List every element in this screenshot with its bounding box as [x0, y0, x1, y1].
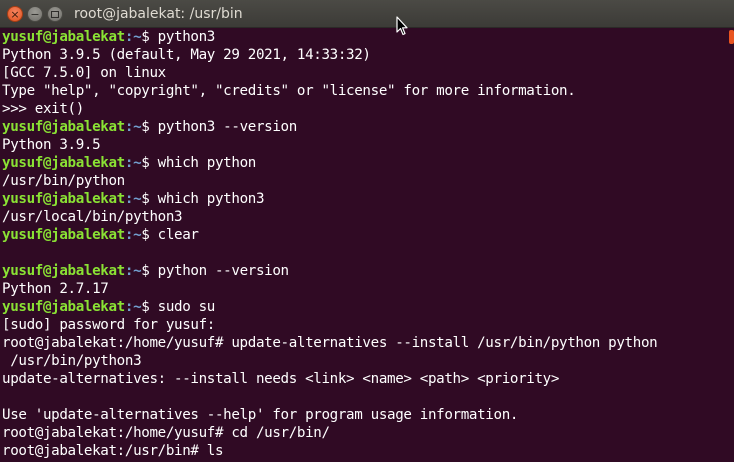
terminal-line: Use 'update-alternatives --help' for pro…: [2, 406, 722, 424]
line-text: root@jabalekat:/home/yusuf# update-alter…: [2, 335, 658, 351]
prompt-path: :~: [124, 263, 142, 279]
terminal-line: >>> exit(): [2, 100, 722, 118]
scrollbar-thumb[interactable]: [729, 30, 734, 44]
terminal-line: yusuf@jabalekat:~$ sudo su: [2, 298, 722, 316]
prompt-path: :~: [124, 227, 142, 243]
terminal-line: /usr/bin/python: [2, 172, 722, 190]
terminal-line: Type "help", "copyright", "credits" or "…: [2, 82, 722, 100]
terminal-line: /usr/local/bin/python3: [2, 208, 722, 226]
line-text: $ python --version: [141, 263, 289, 279]
line-text: Python 2.7.17: [2, 281, 109, 297]
prompt-user: yusuf@jabalekat: [2, 227, 125, 243]
line-text: [sudo] password for yusuf:: [2, 317, 215, 333]
line-text: Python 3.9.5 (default, May 29 2021, 14:3…: [2, 47, 371, 63]
line-text: $ which python: [141, 155, 256, 171]
line-text: /usr/bin/python3: [2, 353, 142, 369]
line-text: /usr/local/bin/python3: [2, 209, 183, 225]
terminal-line: /usr/bin/python3: [2, 352, 722, 370]
terminal-line: Python 3.9.5 (default, May 29 2021, 14:3…: [2, 46, 722, 64]
terminal-line: update-alternatives: --install needs <li…: [2, 370, 722, 388]
line-text: $ sudo su: [141, 299, 215, 315]
line-text: /usr/bin/python: [2, 173, 125, 189]
close-icon: ×: [10, 7, 20, 21]
maximize-button[interactable]: [47, 6, 63, 22]
line-text: root@jabalekat:/usr/bin# ls: [2, 443, 224, 459]
minimize-icon: −: [30, 7, 40, 21]
line-text: $ python3: [141, 29, 215, 45]
terminal-line: yusuf@jabalekat:~$ which python: [2, 154, 722, 172]
line-text: Use 'update-alternatives --help' for pro…: [2, 407, 519, 423]
line-text: $ which python3: [141, 191, 265, 207]
terminal-line: yusuf@jabalekat:~$ python3 --version: [2, 118, 722, 136]
prompt-user: yusuf@jabalekat: [2, 29, 125, 45]
prompt-path: :~: [124, 299, 142, 315]
maximize-icon: [51, 10, 59, 18]
line-text: update-alternatives: --install needs <li…: [2, 371, 560, 387]
terminal-line: yusuf@jabalekat:~$ python --version: [2, 262, 722, 280]
terminal-line: yusuf@jabalekat:~$ clear: [2, 226, 722, 244]
title-bar[interactable]: × − root@jabalekat: /usr/bin: [0, 0, 734, 28]
prompt-user: yusuf@jabalekat: [2, 263, 125, 279]
prompt-path: :~: [124, 29, 142, 45]
minimize-button[interactable]: −: [27, 6, 43, 22]
terminal-line: root@jabalekat:/home/yusuf# cd /usr/bin/: [2, 424, 722, 442]
window-title: root@jabalekat: /usr/bin: [74, 6, 243, 22]
close-button[interactable]: ×: [7, 6, 23, 22]
line-text: >>> exit(): [2, 101, 84, 117]
terminal-window: × − root@jabalekat: /usr/bin yusuf@jabal…: [0, 0, 734, 462]
terminal-line: yusuf@jabalekat:~$ python3: [2, 28, 722, 46]
terminal-line: [GCC 7.5.0] on linux: [2, 64, 722, 82]
prompt-path: :~: [124, 191, 142, 207]
terminal-line: root@jabalekat:/usr/bin# ls: [2, 442, 722, 460]
prompt-path: :~: [124, 119, 142, 135]
line-text: [GCC 7.5.0] on linux: [2, 65, 166, 81]
prompt-user: yusuf@jabalekat: [2, 191, 125, 207]
prompt-user: yusuf@jabalekat: [2, 155, 125, 171]
line-text: root@jabalekat:/home/yusuf# cd /usr/bin/: [2, 425, 330, 441]
line-text: $ python3 --version: [141, 119, 297, 135]
terminal-line: [sudo] password for yusuf:: [2, 316, 722, 334]
line-text: Type "help", "copyright", "credits" or "…: [2, 83, 576, 99]
terminal-line: root@jabalekat:/home/yusuf# update-alter…: [2, 334, 722, 352]
terminal-output[interactable]: yusuf@jabalekat:~$ python3 Python 3.9.5 (…: [0, 28, 722, 462]
prompt-user: yusuf@jabalekat: [2, 299, 125, 315]
terminal-line: Python 3.9.5: [2, 136, 722, 154]
line-text: $ clear: [141, 227, 199, 243]
prompt-path: :~: [124, 155, 142, 171]
line-text: Python 3.9.5: [2, 137, 101, 153]
scrollbar[interactable]: [728, 28, 734, 462]
prompt-user: yusuf@jabalekat: [2, 119, 125, 135]
terminal-line: Python 2.7.17: [2, 280, 722, 298]
terminal-line: yusuf@jabalekat:~$ which python3: [2, 190, 722, 208]
